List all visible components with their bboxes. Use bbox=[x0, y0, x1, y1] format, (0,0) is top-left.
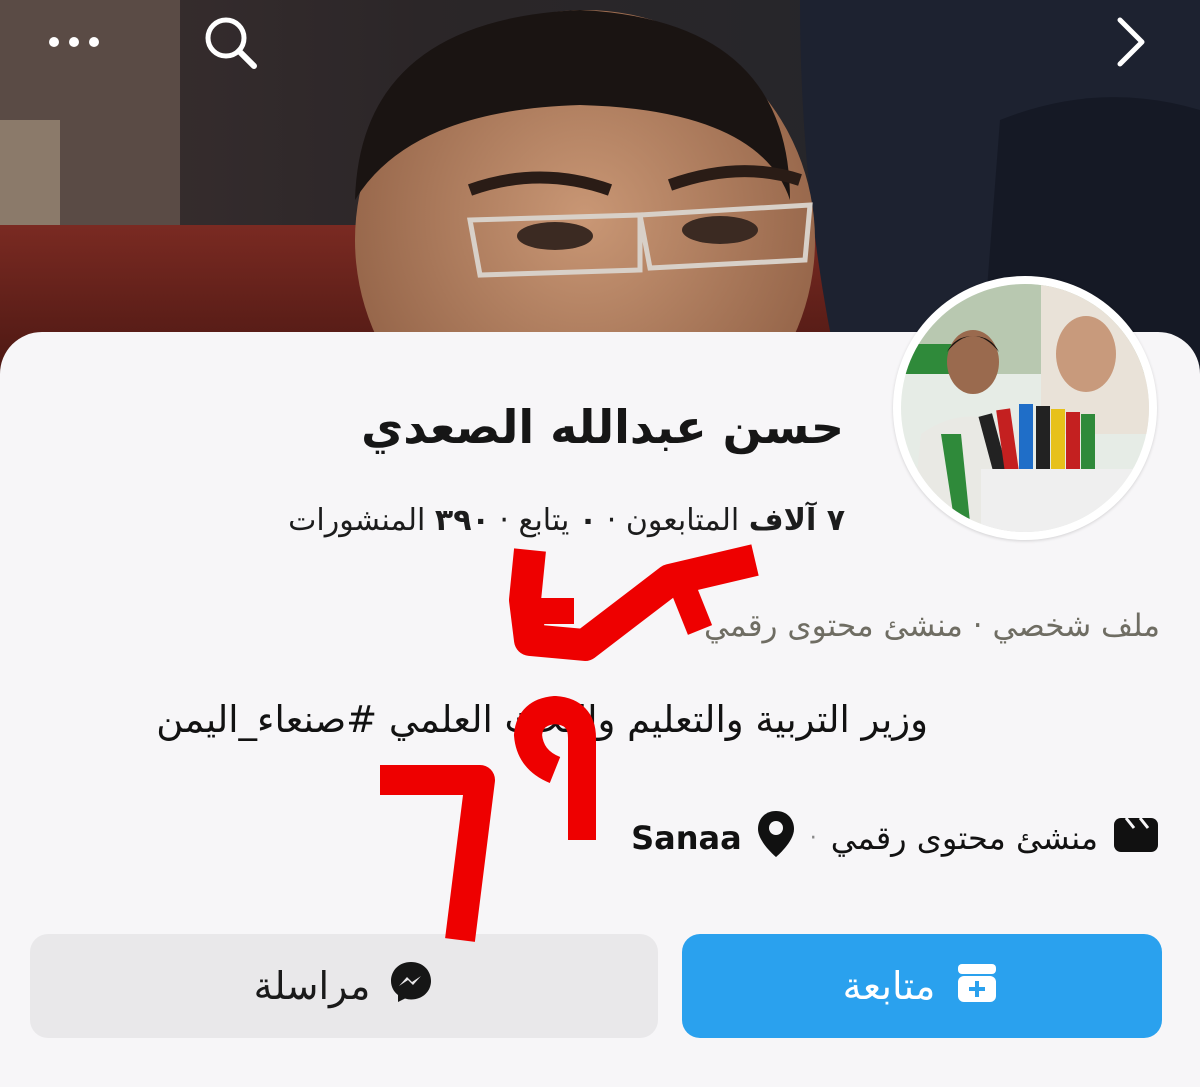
forward-button[interactable] bbox=[1098, 12, 1162, 72]
profile-stats: ٧ آلاف المتابعون · ٠ يتابع · ٣٩٠ المنشور… bbox=[288, 503, 845, 538]
add-friend-icon bbox=[953, 958, 1001, 1015]
creator-label: منشئ محتوى رقمي bbox=[830, 819, 1098, 857]
chevron-right-icon bbox=[1117, 17, 1145, 67]
profile-meta: منشئ محتوى رقمي · Sanaa bbox=[631, 810, 1160, 866]
profile-bio: وزير التربية والتعليم والبحث العلمي #صنع… bbox=[156, 698, 928, 741]
followers-stat[interactable]: ٧ آلاف المتابعون bbox=[626, 503, 845, 538]
clapperboard-icon bbox=[1112, 814, 1160, 862]
search-icon bbox=[205, 17, 257, 69]
more-options-button[interactable] bbox=[42, 12, 106, 72]
following-stat[interactable]: ٠ يتابع bbox=[518, 503, 597, 538]
posts-stat[interactable]: ٣٩٠ المنشورات bbox=[288, 503, 490, 538]
more-icon bbox=[49, 37, 99, 47]
profile-name: حسن عبدالله الصعدي bbox=[361, 400, 844, 454]
profile-category: ملف شخصي · منشئ محتوى رقمي bbox=[703, 608, 1160, 644]
location-text[interactable]: Sanaa bbox=[631, 819, 742, 857]
meta-separator: · bbox=[809, 825, 817, 851]
profile-avatar[interactable] bbox=[893, 276, 1157, 540]
message-label: مراسلة bbox=[253, 964, 371, 1008]
location-pin-icon bbox=[756, 809, 796, 867]
message-button[interactable]: مراسلة bbox=[30, 934, 658, 1038]
follow-button[interactable]: متابعة bbox=[682, 934, 1162, 1038]
search-button[interactable] bbox=[198, 12, 262, 72]
messenger-icon bbox=[388, 959, 434, 1014]
follow-label: متابعة bbox=[842, 964, 936, 1008]
